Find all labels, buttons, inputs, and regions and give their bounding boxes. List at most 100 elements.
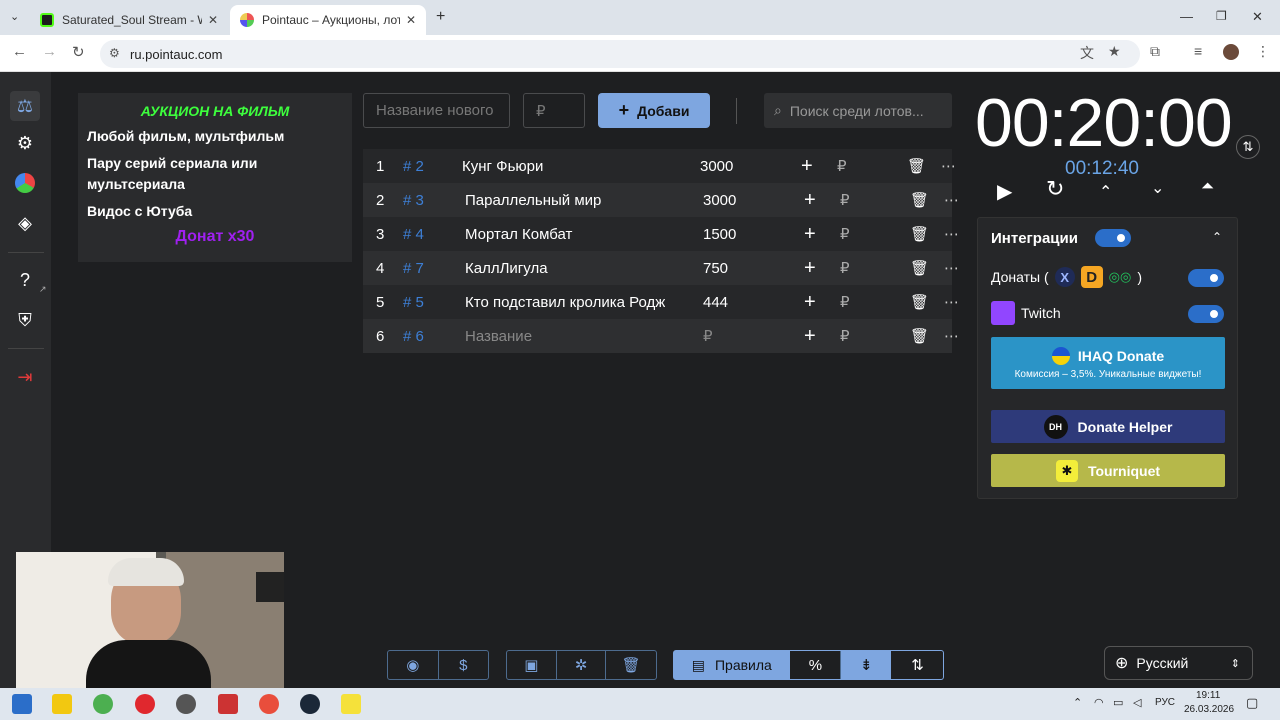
extensions-icon[interactable]: ⧉: [1150, 43, 1160, 60]
reset-icon[interactable]: ↻: [1046, 176, 1064, 202]
swap-timer-icon[interactable]: ⇅: [1236, 135, 1260, 159]
chevron-down-icon[interactable]: ⌄: [1151, 178, 1164, 198]
shield-check-icon[interactable]: ⛨: [13, 308, 37, 332]
lot-name[interactable]: Кто подставил кролика Роджера: [465, 294, 665, 311]
delete-icon[interactable]: 🗑: [907, 157, 926, 175]
tourniquet-button[interactable]: ✱ Tourniquet: [991, 454, 1225, 487]
new-lot-name-input[interactable]: Название нового: [363, 93, 510, 128]
more-icon[interactable]: ⋯: [944, 327, 959, 345]
bug-report-icon[interactable]: ✲: [557, 651, 607, 679]
github-icon[interactable]: ◉: [388, 651, 439, 679]
add-amount-icon[interactable]: +: [804, 257, 816, 280]
lot-name[interactable]: Мортал Комбат: [465, 226, 665, 243]
close-tab-icon[interactable]: ✕: [208, 13, 218, 27]
ruble-icon[interactable]: ₽: [837, 157, 847, 175]
rules-button[interactable]: ▤ Правила: [674, 651, 791, 679]
auction-gavel-icon[interactable]: ⚖: [10, 91, 40, 121]
menu-kebab-icon[interactable]: ⋮: [1256, 43, 1270, 60]
collapse-chevron-icon[interactable]: ⌃: [1212, 230, 1222, 244]
input-language[interactable]: РУС: [1155, 697, 1175, 708]
donations-toggle[interactable]: [1188, 269, 1224, 287]
lot-amount[interactable]: 3000: [703, 192, 736, 209]
start-icon[interactable]: [12, 694, 32, 714]
play-icon[interactable]: ▶: [997, 179, 1012, 204]
site-info-icon[interactable]: ⚙: [109, 46, 120, 60]
back-icon[interactable]: ←: [12, 43, 27, 60]
language-select[interactable]: ⊕ Русский ⇕: [1104, 646, 1253, 680]
lot-name[interactable]: Кунг Фьюри: [462, 158, 662, 175]
tab-saturated-soul[interactable]: Saturated_Soul Stream - Watch ✕: [30, 5, 228, 35]
ruble-icon[interactable]: ₽: [840, 293, 850, 311]
delete-icon[interactable]: 🗑: [910, 293, 929, 311]
compact-view-icon[interactable]: ⇟: [841, 651, 893, 679]
steam-icon[interactable]: [300, 694, 320, 714]
close-window-icon[interactable]: ✕: [1252, 9, 1263, 25]
chevron-up-icon[interactable]: ⌃: [1099, 182, 1112, 202]
lot-name[interactable]: Параллельный мир: [465, 192, 665, 209]
wifi-icon[interactable]: ◠: [1094, 696, 1104, 709]
save-icon[interactable]: ▣: [507, 651, 557, 679]
sort-icon[interactable]: ⇅: [892, 651, 943, 679]
lot-name[interactable]: КаллЛигула: [465, 260, 665, 277]
profile-avatar[interactable]: [1223, 44, 1239, 60]
close-tab-icon[interactable]: ✕: [406, 13, 416, 27]
lot-amount[interactable]: 3000: [700, 158, 733, 175]
lot-amount-placeholder[interactable]: ₽: [703, 327, 713, 345]
clear-lots-icon[interactable]: 🗑: [606, 651, 656, 679]
logout-icon[interactable]: ⇥: [13, 365, 37, 389]
volume-icon[interactable]: ◁: [1133, 696, 1141, 709]
ruble-icon[interactable]: ₽: [840, 327, 850, 345]
opera-icon[interactable]: [135, 694, 155, 714]
tray-chevron-icon[interactable]: ⌃: [1073, 696, 1082, 709]
help-icon[interactable]: ?: [13, 268, 37, 292]
translate-icon[interactable]: 文: [1080, 43, 1094, 63]
obs-icon[interactable]: [176, 694, 196, 714]
app-icon[interactable]: [259, 694, 279, 714]
media-icon[interactable]: ≡: [1194, 43, 1202, 59]
file-explorer-icon[interactable]: [52, 694, 72, 714]
new-lot-amount-input[interactable]: ₽: [523, 93, 585, 128]
ruble-icon[interactable]: ₽: [840, 191, 850, 209]
lot-amount[interactable]: 1500: [703, 226, 736, 243]
more-icon[interactable]: ⋯: [944, 293, 959, 311]
maximize-icon[interactable]: ❐: [1216, 9, 1227, 23]
add-lot-button[interactable]: + Добави: [598, 93, 710, 128]
add-amount-icon[interactable]: +: [804, 325, 816, 348]
ihaq-donate-button[interactable]: IHAQ Donate Комиссия – 3,5%. Уникальные …: [991, 337, 1225, 389]
lot-amount[interactable]: 750: [703, 260, 728, 277]
lot-name-placeholder[interactable]: Название: [465, 328, 665, 345]
delete-icon[interactable]: 🗑: [910, 225, 929, 243]
minimize-icon[interactable]: —: [1180, 9, 1193, 24]
tab-pointauc[interactable]: Pointauc – Аукционы, лотереи ✕: [230, 5, 426, 35]
donate-helper-button[interactable]: DH Donate Helper: [991, 410, 1225, 443]
wheel-icon[interactable]: [13, 171, 37, 195]
more-icon[interactable]: ⋯: [941, 157, 956, 175]
more-icon[interactable]: ⋯: [944, 191, 959, 209]
integrations-toggle[interactable]: [1095, 229, 1131, 247]
delete-icon[interactable]: 🗑: [910, 327, 929, 345]
settings-gear-icon[interactable]: ⚙: [13, 131, 37, 155]
notifications-icon[interactable]: ▢: [1246, 695, 1258, 711]
layers-icon[interactable]: ◈: [13, 211, 37, 235]
percent-icon[interactable]: %: [791, 651, 842, 679]
address-bar[interactable]: ⚙ ru.pointauc.com: [100, 40, 1140, 68]
delete-icon[interactable]: 🗑: [910, 191, 929, 209]
app-icon[interactable]: [341, 694, 361, 714]
add-amount-icon[interactable]: +: [804, 223, 816, 246]
clock-date[interactable]: 26.03.2026: [1184, 704, 1234, 715]
app-icon[interactable]: [218, 694, 238, 714]
add-amount-icon[interactable]: +: [804, 189, 816, 212]
bookmark-star-icon[interactable]: ★: [1108, 43, 1121, 60]
twitch-toggle[interactable]: [1188, 305, 1224, 323]
reload-icon[interactable]: ↻: [72, 43, 85, 61]
more-icon[interactable]: ⋯: [944, 225, 959, 243]
chrome-icon[interactable]: [93, 694, 113, 714]
ruble-icon[interactable]: ₽: [840, 259, 850, 277]
forward-icon[interactable]: →: [42, 43, 57, 60]
ruble-icon[interactable]: ₽: [840, 225, 850, 243]
new-tab-icon[interactable]: +: [436, 8, 445, 26]
clock-time[interactable]: 19:11: [1196, 690, 1220, 701]
battery-icon[interactable]: ▭: [1113, 696, 1123, 709]
delete-icon[interactable]: 🗑: [910, 259, 929, 277]
donate-dollar-icon[interactable]: $: [439, 651, 489, 679]
